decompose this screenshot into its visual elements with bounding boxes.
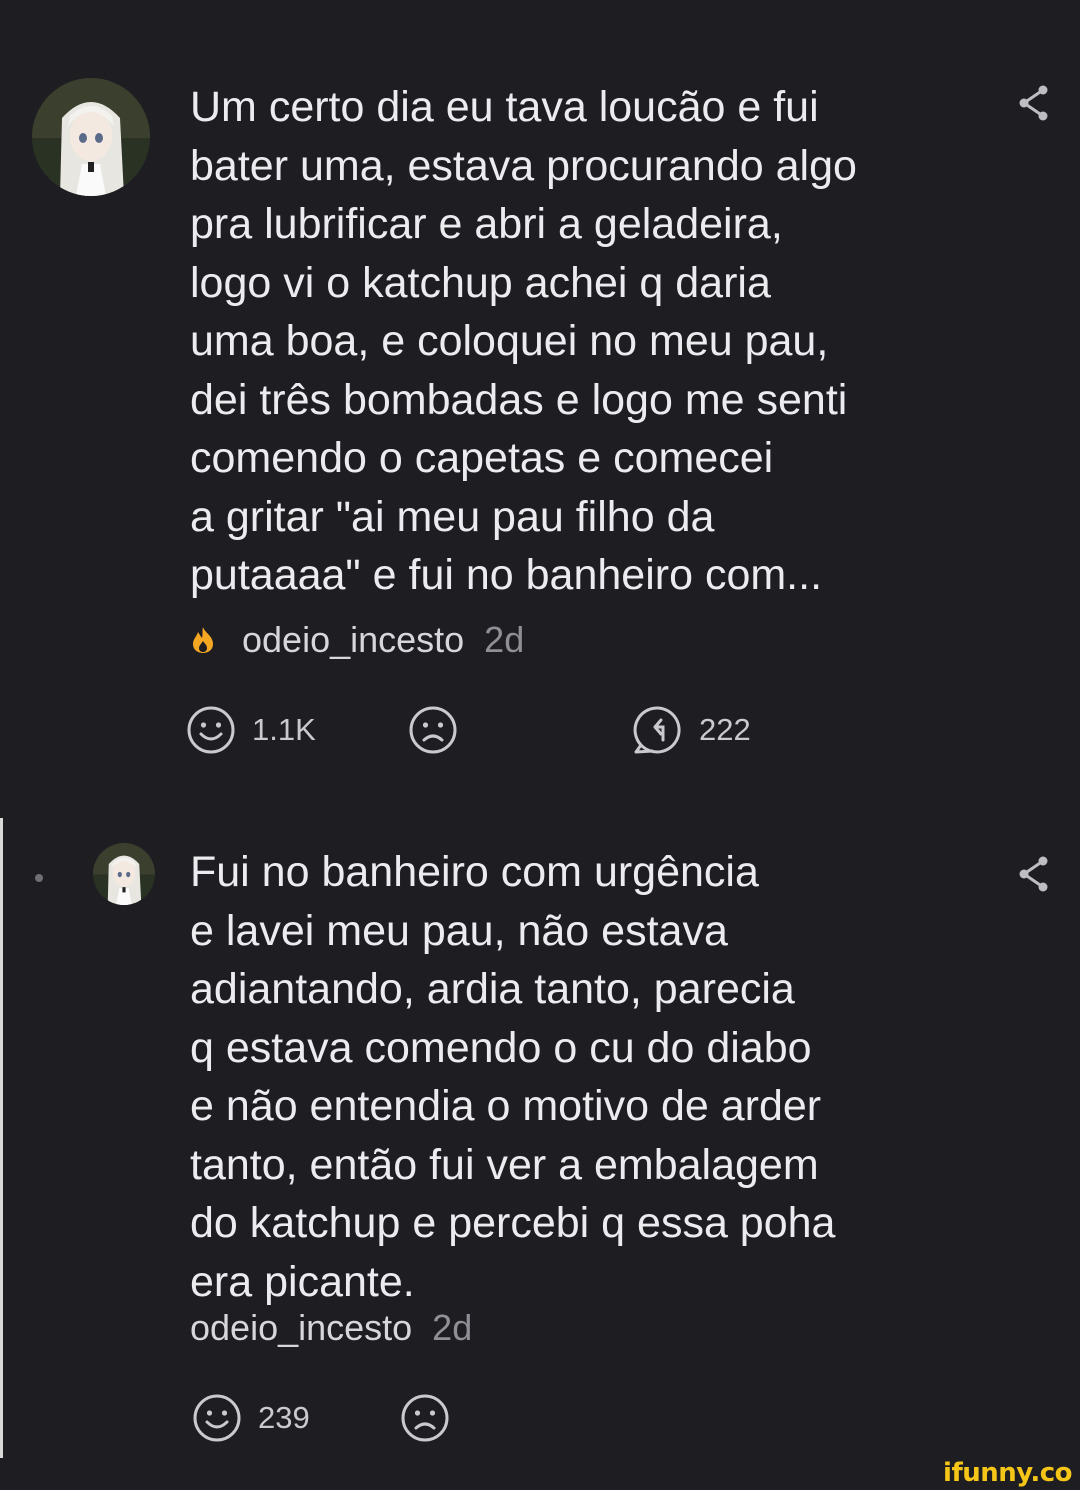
unsmile-button[interactable] [400, 1393, 450, 1443]
share-icon[interactable] [1016, 855, 1050, 893]
smile-icon [193, 1394, 241, 1442]
thread-line [0, 818, 3, 1458]
comment-meta: odeio_incesto 2d [190, 1308, 472, 1348]
comment-text: Um certo dia eu tava loucão e fui bater … [190, 83, 857, 599]
watermark: ifunny.co [943, 1458, 1072, 1488]
frown-icon [401, 1394, 449, 1442]
timestamp: 2d [484, 619, 525, 660]
fire-icon [190, 622, 216, 653]
reply-count: 222 [699, 712, 751, 747]
timestamp: 2d [432, 1307, 473, 1348]
reply-button[interactable]: 222 [633, 705, 751, 755]
author-name[interactable]: odeio_incesto [190, 1307, 412, 1348]
avatar[interactable] [93, 843, 155, 905]
smile-icon [187, 706, 235, 754]
author-name[interactable]: odeio_incesto [242, 619, 464, 660]
comment-meta: odeio_incesto 2d [190, 620, 524, 660]
comment-text: Fui no banheiro com urgência e lavei meu… [190, 848, 836, 1306]
share-icon[interactable] [1016, 84, 1050, 122]
thread-dot [35, 874, 43, 882]
avatar[interactable] [32, 78, 150, 196]
frown-icon [409, 706, 457, 754]
smile-button[interactable]: 239 [192, 1393, 310, 1443]
reply-icon [633, 706, 681, 754]
smile-count: 1.1K [252, 712, 316, 747]
smile-count: 239 [258, 1400, 310, 1435]
smile-button[interactable]: 1.1K [186, 705, 316, 755]
unsmile-button[interactable] [408, 705, 458, 755]
